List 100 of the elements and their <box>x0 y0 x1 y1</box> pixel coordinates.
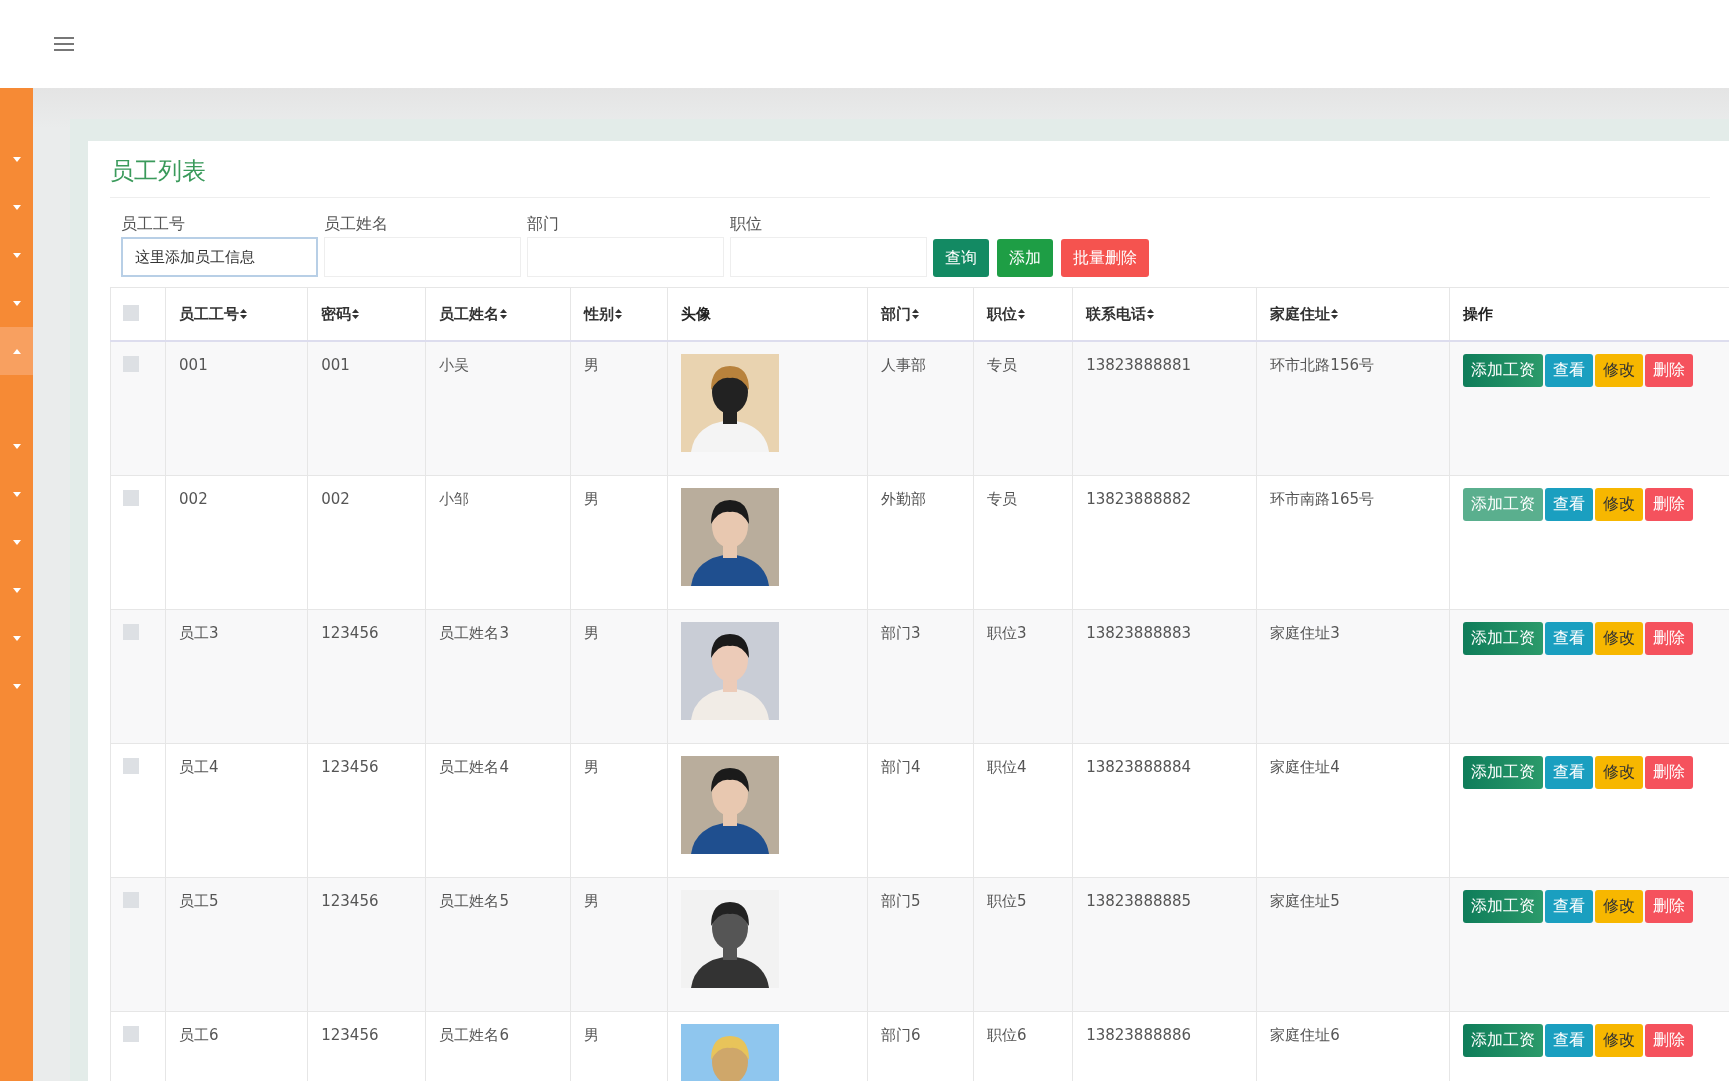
checkbox[interactable] <box>123 623 139 640</box>
add-salary-button[interactable]: 添加工资 <box>1462 487 1543 521</box>
sort-icon[interactable] <box>240 309 248 319</box>
delete-button[interactable]: 删除 <box>1644 621 1693 655</box>
table-cell: 家庭住址3 <box>1270 623 1340 642</box>
table-cell: 员工姓名4 <box>439 757 509 776</box>
view-button[interactable]: 查看 <box>1544 621 1593 655</box>
add-button[interactable]: 添加 <box>997 239 1053 277</box>
table-cell: 男 <box>583 356 599 374</box>
column-header[interactable]: 员工工号 <box>179 304 240 324</box>
view-button[interactable]: 查看 <box>1544 354 1593 387</box>
table-cell: 男 <box>583 757 599 776</box>
table-cell: 002 <box>179 489 208 508</box>
table-cell: 男 <box>583 1025 599 1044</box>
table-cell: 123456 <box>321 757 379 776</box>
edit-button[interactable]: 修改 <box>1594 889 1643 923</box>
table-cell: 家庭住址6 <box>1270 1025 1340 1044</box>
delete-button[interactable]: 删除 <box>1644 889 1693 923</box>
caret-icon <box>12 539 21 545</box>
query-button[interactable]: 查询 <box>933 239 989 277</box>
table-cell: 外勤部 <box>880 489 926 508</box>
column-header[interactable]: 员工姓名 <box>439 304 500 324</box>
table-cell: 员工姓名5 <box>439 891 509 910</box>
table-cell: 123456 <box>321 891 379 910</box>
table-cell: 小邹 <box>439 489 470 508</box>
field-label: 职位 <box>730 214 763 235</box>
table-cell: 员工姓名3 <box>439 623 509 642</box>
caret-icon <box>12 683 21 689</box>
caret-icon <box>12 443 21 449</box>
table-cell: 13823888884 <box>1086 757 1192 776</box>
table-cell: 家庭住址4 <box>1270 757 1340 776</box>
table-cell: 员工5 <box>179 891 219 910</box>
table-cell: 123456 <box>321 1025 379 1044</box>
checkbox[interactable] <box>123 757 139 774</box>
delete-button[interactable]: 删除 <box>1644 354 1693 387</box>
edit-button[interactable]: 修改 <box>1594 487 1643 521</box>
panel-title: 员工列表 <box>110 143 1710 198</box>
add-salary-button[interactable]: 添加工资 <box>1462 755 1543 789</box>
sort-icon[interactable] <box>500 309 508 319</box>
view-button[interactable]: 查看 <box>1544 755 1593 789</box>
checkbox[interactable] <box>123 489 139 506</box>
table-cell: 001 <box>321 356 350 374</box>
field-label: 员工工号 <box>121 214 186 235</box>
add-salary-button[interactable]: 添加工资 <box>1462 889 1543 923</box>
table-cell: 职位3 <box>987 623 1027 642</box>
sort-icon[interactable] <box>352 309 360 319</box>
column-header[interactable]: 家庭住址 <box>1270 304 1331 324</box>
sort-icon[interactable] <box>1147 309 1155 319</box>
table-cell: 员工3 <box>179 623 219 642</box>
delete-button[interactable]: 删除 <box>1644 487 1693 521</box>
sort-icon[interactable] <box>911 309 919 319</box>
checkbox[interactable] <box>123 356 139 372</box>
input-field[interactable]: 这里添加员工信息 <box>121 237 318 277</box>
caret-icon <box>12 204 21 210</box>
table-cell: 环市南路165号 <box>1270 489 1374 508</box>
table-cell: 小吴 <box>439 356 470 374</box>
column-header[interactable]: 头像 <box>680 304 711 324</box>
table-cell: 职位6 <box>987 1025 1027 1044</box>
edit-button[interactable]: 修改 <box>1594 354 1643 387</box>
table-cell: 13823888885 <box>1086 891 1192 910</box>
table-cell: 男 <box>583 489 599 508</box>
checkbox[interactable] <box>123 305 139 321</box>
table-cell: 环市北路156号 <box>1270 356 1374 374</box>
view-button[interactable]: 查看 <box>1544 889 1593 923</box>
table-cell: 员工6 <box>179 1025 219 1044</box>
checkbox[interactable] <box>123 891 139 908</box>
column-header[interactable]: 操作 <box>1462 304 1493 324</box>
table-cell: 员工姓名6 <box>439 1025 509 1044</box>
delete-button[interactable]: 删除 <box>1644 755 1693 789</box>
column-header[interactable]: 职位 <box>987 304 1017 324</box>
delete-button[interactable]: 删除 <box>1644 1023 1693 1057</box>
edit-button[interactable]: 修改 <box>1594 755 1643 789</box>
menu-icon[interactable] <box>54 37 74 51</box>
caret-icon <box>12 300 21 306</box>
column-header[interactable]: 联系电话 <box>1086 304 1147 324</box>
column-header[interactable]: 部门 <box>880 304 911 324</box>
sort-icon[interactable] <box>614 309 622 319</box>
caret-icon <box>12 252 21 258</box>
table-cell: 部门4 <box>880 757 921 776</box>
view-button[interactable]: 查看 <box>1544 1023 1593 1057</box>
checkbox[interactable] <box>123 1025 139 1042</box>
field-label: 部门 <box>527 214 560 235</box>
table-cell: 部门5 <box>880 891 921 910</box>
add-salary-button[interactable]: 添加工资 <box>1462 1023 1543 1057</box>
sidebar-item[interactable] <box>0 327 33 375</box>
sort-icon[interactable] <box>1018 309 1025 319</box>
add-salary-button[interactable]: 添加工资 <box>1462 354 1543 387</box>
caret-icon <box>12 156 21 162</box>
sort-icon[interactable] <box>1331 309 1339 319</box>
view-button[interactable]: 查看 <box>1544 487 1593 521</box>
edit-button[interactable]: 修改 <box>1594 1023 1643 1057</box>
batch-delete-button[interactable]: 批量删除 <box>1061 239 1149 277</box>
field-label: 员工姓名 <box>324 214 389 235</box>
edit-button[interactable]: 修改 <box>1594 621 1643 655</box>
table-cell: 13823888886 <box>1086 1025 1192 1044</box>
table-cell: 123456 <box>321 623 379 642</box>
column-header[interactable]: 密码 <box>321 304 352 324</box>
add-salary-button[interactable]: 添加工资 <box>1462 621 1543 655</box>
table-cell: 部门6 <box>880 1025 921 1044</box>
column-header[interactable]: 性别 <box>583 304 614 324</box>
